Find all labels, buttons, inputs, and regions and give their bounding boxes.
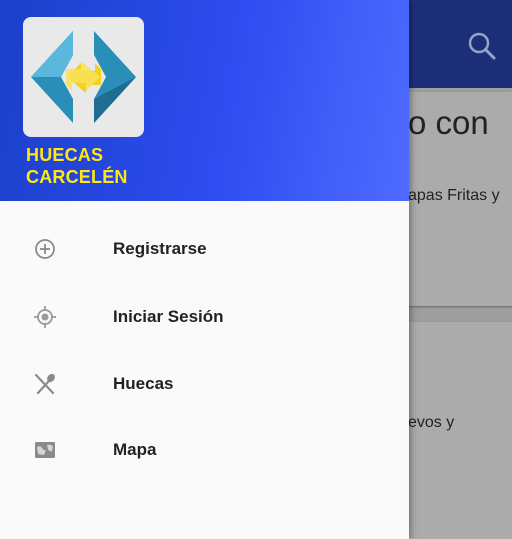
add-circle-icon [33,237,57,261]
brand-line-1: HUECAS [26,145,104,165]
drawer-header: HUECAS CARCELÉN [0,0,409,201]
location-target-icon [33,305,57,329]
card-description: evos y [408,414,455,431]
menu-item-label: Registrarse [113,239,207,258]
card-title: o con [408,104,489,141]
navigation-drawer: HUECAS CARCELÉN Registrarse Iniciar Sesi… [0,0,409,539]
card-description: apas Fritas y [408,187,500,204]
menu-item-mapa[interactable]: Mapa [0,419,409,481]
search-icon[interactable] [462,26,502,66]
menu-item-label: Iniciar Sesión [113,307,224,326]
brand-line-2: CARCELÉN [26,167,128,187]
menu-item-huecas[interactable]: Huecas [0,353,409,415]
brand-name: HUECAS CARCELÉN [26,144,128,188]
menu-item-label: Mapa [113,440,157,459]
utensils-icon [33,372,57,396]
app-logo [23,17,144,137]
map-icon [33,438,57,462]
menu-item-label: Huecas [113,374,174,393]
menu-item-registrarse[interactable]: Registrarse [0,218,409,280]
menu-item-iniciar-sesion[interactable]: Iniciar Sesión [0,286,409,348]
